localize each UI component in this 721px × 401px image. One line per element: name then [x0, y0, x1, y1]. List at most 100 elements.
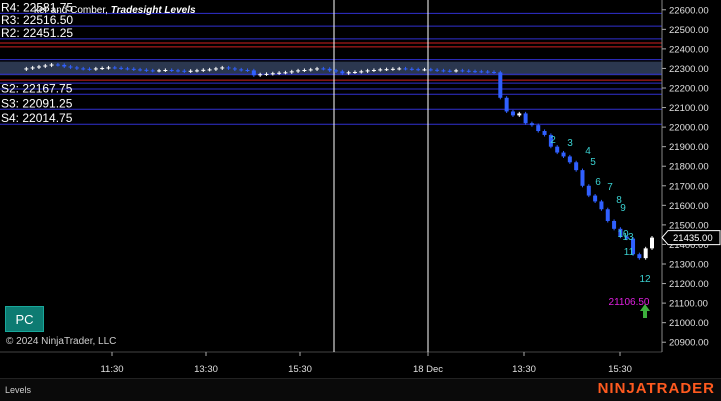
y-tick-label: 21100.00: [669, 299, 708, 310]
candle-body: [81, 68, 86, 70]
footer-tab-label[interactable]: Levels: [5, 385, 31, 395]
candle-body: [138, 69, 143, 71]
candle-body: [226, 67, 231, 69]
x-tick-label: 11:30: [100, 364, 123, 375]
candle-body: [176, 70, 180, 72]
candle-body: [441, 70, 446, 72]
candle-body: [447, 70, 452, 72]
candle-body: [100, 68, 105, 70]
y-tick-label: 22200.00: [669, 84, 709, 95]
candle-body: [536, 125, 541, 132]
candle-body: [30, 67, 35, 69]
pivot-label-s2: S2: 22167.75: [1, 81, 73, 95]
candle-body: [650, 237, 654, 249]
candle-body: [637, 254, 642, 259]
candle-body: [479, 71, 484, 73]
candle-body: [55, 64, 60, 66]
chart-markers: 21106.50: [609, 297, 650, 318]
candle-body: [277, 72, 282, 74]
candle-body: [106, 67, 111, 69]
candle-body: [593, 195, 598, 202]
candle-body: [188, 70, 193, 72]
candle-body: [485, 71, 490, 73]
candle-body: [131, 68, 136, 70]
sequence-count-label: 4: [585, 146, 591, 157]
candle-body: [119, 67, 124, 69]
candle-body: [517, 113, 522, 116]
candle-body: [112, 67, 117, 69]
y-tick-label: 22300.00: [669, 64, 709, 75]
sequence-count-labels: 2 3456 78910111213: [550, 135, 651, 285]
candle-body: [93, 68, 98, 70]
candle-body: [232, 68, 237, 70]
candle-body: [68, 66, 73, 68]
candle-body: [371, 70, 376, 72]
candle-body: [504, 97, 509, 112]
candle-body: [498, 72, 503, 98]
candle-body: [586, 185, 591, 196]
y-tick-label: 21900.00: [669, 142, 709, 153]
candle-body: [24, 68, 29, 70]
x-tick-label: 18 Dec: [413, 364, 443, 375]
candle-body: [561, 152, 566, 157]
pc-button[interactable]: PC: [5, 306, 44, 332]
pivot-label-r2: R2: 22451.25: [1, 26, 73, 40]
pivot-zone: [0, 61, 662, 76]
candle-body: [74, 67, 79, 69]
x-tick-label: 13:30: [512, 364, 536, 375]
candle-body: [308, 69, 313, 71]
candle-body: [460, 70, 465, 72]
candle-body: [43, 65, 48, 67]
candle-body: [397, 68, 402, 70]
candle-body: [567, 156, 572, 163]
candle-body: [340, 71, 345, 74]
sequence-count-label: 3: [567, 138, 573, 149]
candle-body: [454, 70, 459, 72]
candle-body: [510, 111, 515, 116]
candle-body: [352, 71, 357, 73]
y-tick-label: 21000.00: [669, 318, 709, 329]
candle-body: [302, 70, 307, 72]
candle-body: [580, 170, 585, 186]
pivot-label-s4: S4: 22014.75: [1, 111, 73, 125]
indicator-prefix: ker and Comber,: [34, 5, 108, 16]
candle-body: [542, 131, 547, 135]
candle-body: [182, 70, 187, 72]
y-tick-label: 21800.00: [669, 162, 709, 173]
candle-body: [239, 69, 244, 71]
candle-body: [327, 68, 332, 71]
candle-body: [315, 68, 320, 70]
candle-body: [435, 69, 440, 71]
x-tick-label: 13:30: [194, 364, 218, 375]
candle-body: [555, 146, 560, 153]
session-break-lines: [333, 0, 429, 352]
copyright-text: © 2024 NinjaTrader, LLC: [6, 336, 117, 347]
candle-body: [207, 69, 212, 71]
candle-body: [612, 220, 617, 229]
candle-body: [245, 70, 250, 72]
sequence-count-label: 5: [590, 157, 596, 168]
sequence-count-label: 2: [550, 135, 556, 146]
sequence-count-label: 13: [622, 232, 634, 243]
candle-body: [87, 68, 92, 70]
candle-body: [403, 68, 408, 70]
candle-body: [416, 69, 421, 71]
candle-body: [390, 68, 395, 70]
candle-body: [270, 73, 275, 75]
candle-body: [251, 70, 256, 76]
candle-body: [163, 70, 168, 72]
y-tick-label: 22500.00: [669, 25, 709, 36]
y-axis[interactable]: 22600.00 22500.00 22400.00 22300.00 22200.00…: [661, 0, 721, 352]
candle-body: [529, 123, 534, 126]
candle-body: [365, 70, 370, 72]
candle-body: [409, 68, 414, 70]
y-tick-label: 22600.00: [669, 5, 709, 16]
candle-body: [428, 69, 433, 71]
y-tick-label: 21700.00: [669, 181, 709, 192]
candle-body: [36, 66, 41, 68]
candle-body: [144, 69, 149, 71]
candle-body: [422, 69, 427, 71]
candle-body: [492, 71, 496, 73]
x-axis[interactable]: 11:30 13:30 15:30 18 Dec 13:30 15:30: [100, 352, 632, 375]
candle-body: [605, 209, 610, 221]
